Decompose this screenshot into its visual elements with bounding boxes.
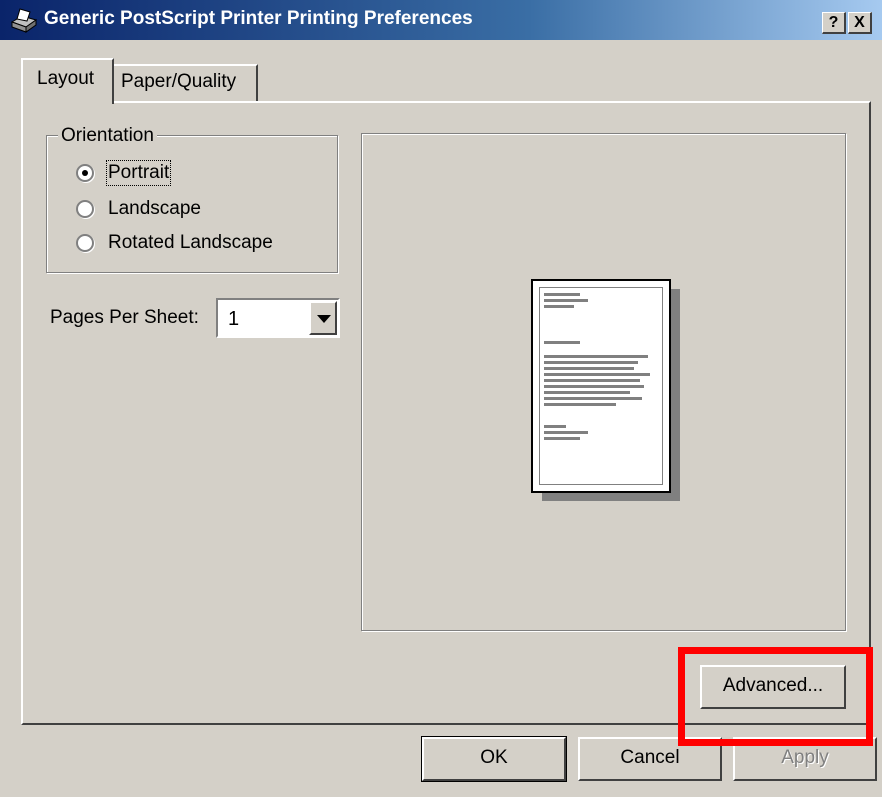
close-button[interactable]: X [848, 12, 872, 34]
printer-icon [10, 8, 38, 33]
tab-paper-quality[interactable]: Paper/Quality [114, 64, 258, 102]
tab-layout[interactable]: Layout [21, 58, 114, 104]
title-bar[interactable]: Generic PostScript Printer Printing Pref… [0, 0, 882, 40]
landscape-radio[interactable] [76, 200, 94, 218]
ok-button[interactable]: OK [421, 736, 567, 782]
help-button[interactable]: ? [822, 12, 846, 34]
portrait-radio[interactable] [76, 164, 94, 182]
portrait-label: Portrait [105, 160, 172, 186]
pages-per-sheet-value: 1 [228, 308, 240, 330]
orientation-group-label: Orientation [58, 125, 157, 147]
rotated-landscape-option[interactable]: Rotated Landscape [76, 232, 273, 254]
portrait-option[interactable]: Portrait [76, 160, 172, 186]
rotated-landscape-radio[interactable] [76, 234, 94, 252]
dropdown-arrow-icon[interactable] [309, 301, 337, 335]
pages-per-sheet-label: Pages Per Sheet: [50, 307, 199, 328]
highlight-annotation-box [678, 647, 873, 746]
pages-per-sheet-dropdown[interactable]: 1 [216, 298, 340, 338]
landscape-label: Landscape [108, 198, 201, 219]
window-title: Generic PostScript Printer Printing Pref… [44, 8, 473, 29]
rotated-landscape-label: Rotated Landscape [108, 232, 273, 253]
landscape-option[interactable]: Landscape [76, 198, 201, 220]
